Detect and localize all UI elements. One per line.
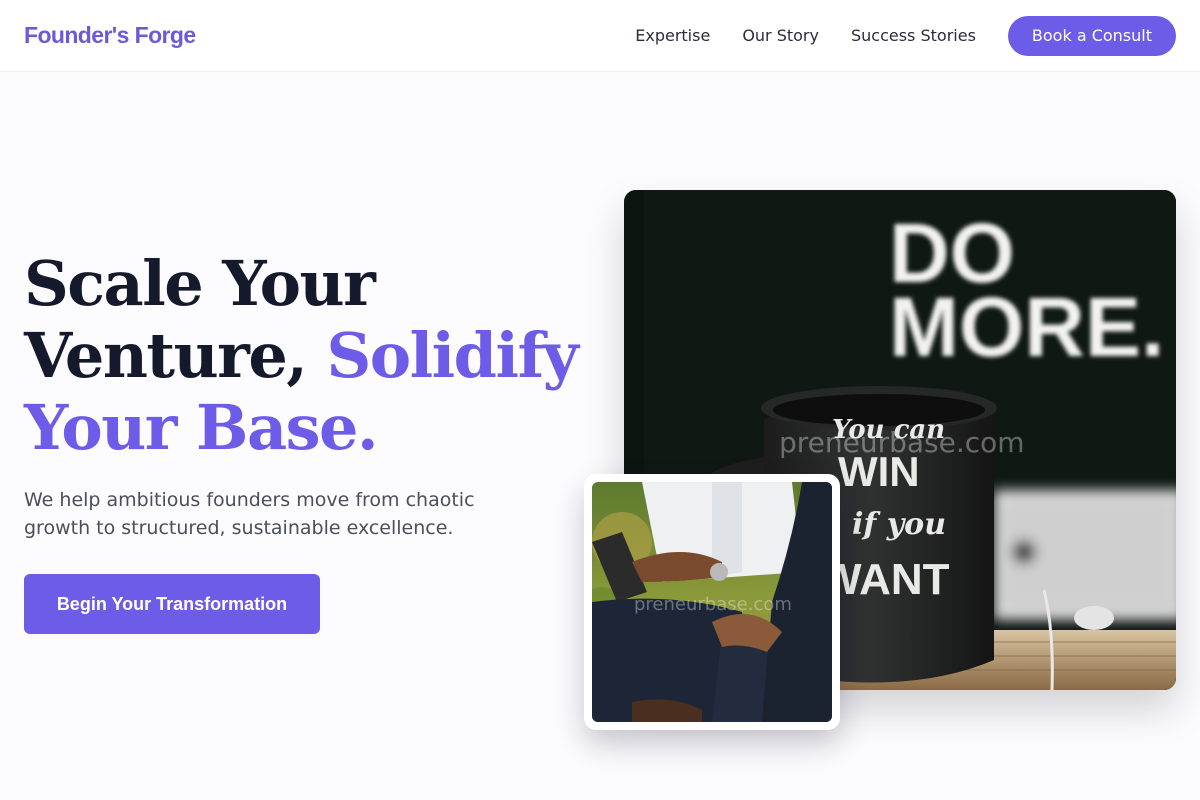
hero-subtitle: We help ambitious founders move from cha…: [24, 489, 475, 539]
hero-title-accent-2: Your Base.: [24, 391, 379, 464]
hero-title-line2: Venture,: [24, 319, 327, 392]
hero-title: Scale Your Venture, Solidify Your Base.: [24, 248, 604, 464]
nav-link-expertise[interactable]: Expertise: [635, 26, 710, 45]
site-header: Founder's Forge Expertise Our Story Succ…: [0, 0, 1200, 72]
svg-text:WIN: WIN: [838, 448, 920, 495]
nav-link-our-story[interactable]: Our Story: [742, 26, 819, 45]
brand-logo[interactable]: Founder's Forge: [24, 22, 196, 49]
hero-title-line1: Scale Your: [24, 247, 376, 320]
meeting-photo: preneurbase.com: [592, 482, 832, 722]
hero-title-accent-1: Solidify: [326, 319, 578, 392]
hero-secondary-image-frame: preneurbase.com: [584, 474, 840, 730]
svg-text:You can: You can: [832, 415, 945, 445]
nav-link-success-stories[interactable]: Success Stories: [851, 26, 976, 45]
svg-text:MORE.: MORE.: [889, 280, 1164, 374]
main-nav: Expertise Our Story Success Stories Book…: [635, 15, 1176, 56]
svg-text:if you: if you: [852, 507, 946, 542]
book-consult-button[interactable]: Book a Consult: [1007, 15, 1176, 56]
begin-transformation-button[interactable]: Begin Your Transformation: [24, 574, 320, 634]
